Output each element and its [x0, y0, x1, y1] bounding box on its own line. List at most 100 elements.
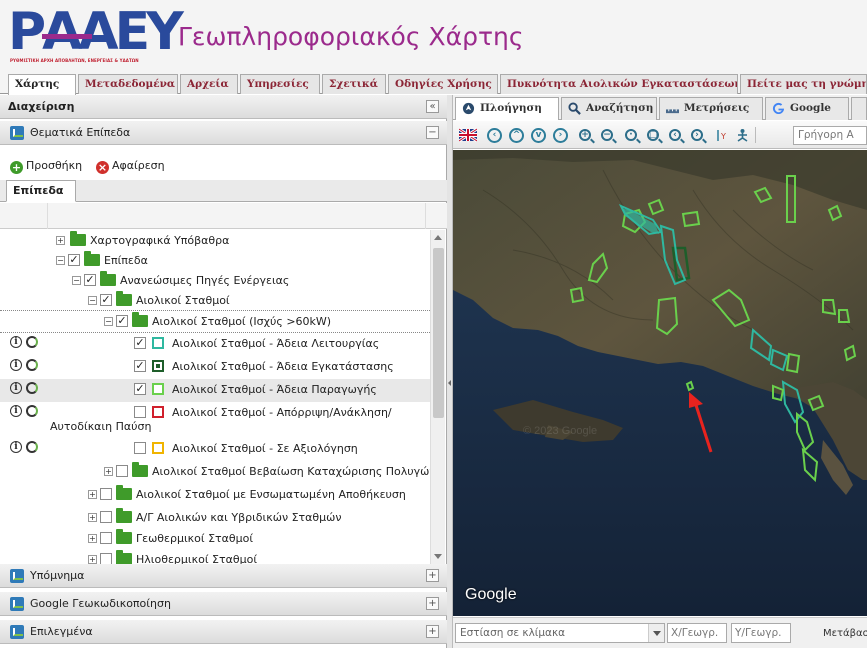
tab-navigation[interactable]: Πλοήγηση — [455, 97, 559, 120]
info-icon[interactable]: i — [10, 405, 22, 417]
chevron-down-icon[interactable] — [648, 624, 664, 642]
expand-icon[interactable]: + — [88, 534, 97, 543]
tab-metadata[interactable]: Μεταδεδομένα — [78, 74, 178, 94]
expand-panel-icon[interactable]: + — [426, 597, 439, 610]
tab-map[interactable]: Χάρτης — [8, 74, 76, 95]
selected-header[interactable]: Επιλεγμένα + — [0, 620, 447, 644]
scrollbar-thumb[interactable] — [433, 248, 444, 418]
pan-down-icon[interactable]: v — [531, 128, 546, 143]
tab-search[interactable]: Αναζήτηση — [561, 97, 657, 120]
uk-flag-icon[interactable] — [459, 128, 477, 142]
layer-checkbox[interactable] — [100, 553, 112, 564]
map-canvas[interactable]: © 2023 Google Google — [453, 150, 867, 616]
opacity-icon[interactable] — [26, 382, 38, 394]
tab-more[interactable] — [851, 97, 867, 120]
tree-row-polygon-registration[interactable]: + Αιολικοί Σταθμοί Βεβαίωση Καταχώρισης … — [0, 461, 430, 484]
expand-icon[interactable]: + — [56, 236, 65, 245]
tree-row-under-evaluation[interactable]: i Αιολικοί Σταθμοί - Σε Αξιολόγηση — [0, 438, 430, 461]
collapse-icon[interactable]: − — [72, 276, 81, 285]
layer-checkbox[interactable]: ✓ — [84, 274, 96, 286]
tab-services[interactable]: Υπηρεσίες — [240, 74, 320, 94]
expand-icon[interactable]: + — [88, 490, 97, 499]
pan-left-icon[interactable]: ‹ — [487, 128, 502, 143]
layer-checkbox[interactable] — [100, 511, 112, 523]
layer-checkbox[interactable]: ✓ — [100, 294, 112, 306]
legend-swatch — [152, 383, 164, 395]
folder-icon — [84, 251, 100, 266]
scale-select[interactable]: Εστίαση σε κλίμακα — [455, 623, 665, 643]
layer-checkbox[interactable]: ✓ — [134, 337, 146, 349]
layer-checkbox[interactable] — [116, 465, 128, 477]
tree-scrollbar[interactable] — [430, 230, 445, 564]
tree-row-operation-license[interactable]: i ✓ Αιολικοί Σταθμοί - Άδεια Λειτουργίας — [0, 333, 430, 356]
tab-wind-density[interactable]: Πυκνότητα Αιολικών Εγκαταστάσεων — [500, 74, 738, 94]
zoom-in-icon[interactable]: + — [579, 129, 591, 141]
scroll-up-icon[interactable] — [434, 235, 442, 240]
tree-row-storage[interactable]: + Αιολικοί Σταθμοί με Ενσωματωμένη Αποθή… — [0, 484, 430, 507]
zoom-next-icon[interactable]: › — [691, 129, 703, 141]
collapse-icon[interactable]: − — [88, 296, 97, 305]
tab-google[interactable]: Google — [765, 97, 849, 120]
info-icon[interactable]: i — [10, 336, 22, 348]
pan-right-icon[interactable]: › — [553, 128, 568, 143]
info-icon[interactable]: i — [10, 359, 22, 371]
collapse-icon[interactable]: − — [104, 317, 113, 326]
expand-panel-icon[interactable]: + — [426, 569, 439, 582]
tree-row-wind-turbines[interactable]: + Α/Γ Αιολικών και Υβριδικών Σταθμών — [0, 507, 430, 530]
coordinates-icon[interactable]: Y — [715, 128, 730, 143]
geocoding-header[interactable]: Google Γεωκωδικοποίηση + — [0, 592, 447, 616]
layer-checkbox[interactable] — [134, 442, 146, 454]
layer-checkbox[interactable] — [134, 406, 146, 418]
opacity-icon[interactable] — [26, 336, 38, 348]
zoom-out-icon[interactable]: − — [601, 129, 613, 141]
thematic-layers-header[interactable]: Θεματικά Επίπεδα − — [0, 121, 447, 145]
add-layer-button[interactable]: + Προσθήκη — [10, 155, 82, 177]
info-icon[interactable]: i — [10, 441, 22, 453]
expand-icon[interactable]: + — [88, 555, 97, 564]
collapse-arrow-icon[interactable] — [448, 380, 451, 386]
tab-about[interactable]: Σχετικά — [322, 74, 386, 94]
y-coordinate-input[interactable]: Υ/Γεωγρ. — [731, 623, 791, 643]
layer-checkbox[interactable]: ✓ — [116, 315, 128, 327]
legend-header[interactable]: Υπόμνημα + — [0, 564, 447, 588]
pan-up-icon[interactable]: ^ — [509, 128, 524, 143]
x-coordinate-input[interactable]: Χ/Γεωγρ. — [667, 623, 727, 643]
tab-measurements[interactable]: Μετρήσεις — [659, 97, 763, 120]
scroll-down-icon[interactable] — [434, 554, 442, 559]
expand-icon[interactable]: + — [88, 513, 97, 522]
tab-files[interactable]: Αρχεία — [180, 74, 238, 94]
zoom-extent-icon[interactable]: □ — [647, 129, 659, 141]
minimize-icon[interactable]: − — [426, 126, 439, 139]
tree-row-wind-60kw[interactable]: − ✓ Αιολικοί Σταθμοί (Ισχύς >60kW) — [0, 310, 430, 333]
layer-checkbox[interactable] — [100, 532, 112, 544]
layer-checkbox[interactable] — [100, 488, 112, 500]
tree-row-rejection[interactable]: i Αιολικοί Σταθμοί - Απόρριψη/Ανάκληση/ … — [0, 402, 430, 438]
opacity-icon[interactable] — [26, 405, 38, 417]
quick-search-input[interactable]: Γρήγορη Α — [793, 126, 867, 145]
google-icon — [772, 102, 785, 115]
tree-row-installation-license[interactable]: i ✓ Αιολικοί Σταθμοί - Άδεια Εγκατάσταση… — [0, 356, 430, 379]
layer-checkbox[interactable]: ✓ — [134, 383, 146, 395]
zoom-box-icon[interactable]: · — [625, 129, 637, 141]
opacity-icon[interactable] — [26, 359, 38, 371]
layer-checkbox[interactable]: ✓ — [68, 254, 80, 266]
tab-layers[interactable]: Επίπεδα — [6, 180, 76, 202]
tree-row-solar-thermal[interactable]: + Ηλιοθερμικοί Σταθμοί — [0, 549, 430, 564]
raaey-logo[interactable]: ΡΑΑΕΥ ΡΥΘΜΙΣΤΙΚΗ ΑΡΧΗ ΑΠΟΒΛΗΤΩΝ, ΕΝΕΡΓΕΙ… — [8, 4, 184, 64]
tab-user-guide[interactable]: Οδηγίες Χρήσης — [388, 74, 498, 94]
opacity-icon[interactable] — [26, 441, 38, 453]
tree-row-production-license[interactable]: i ✓ Αιολικοί Σταθμοί - Άδεια Παραγωγής — [0, 379, 430, 402]
zoom-previous-icon[interactable]: ‹ — [669, 129, 681, 141]
tree-row-geothermal[interactable]: + Γεωθερμικοί Σταθμοί — [0, 528, 430, 551]
collapse-icon[interactable]: − — [56, 256, 65, 265]
layer-checkbox[interactable]: ✓ — [134, 360, 146, 372]
tree-label: Ανανεώσιμες Πηγές Ενέργειας — [120, 274, 290, 287]
expand-icon[interactable]: + — [104, 467, 113, 476]
go-to-button[interactable]: Μετάβαση — [823, 628, 867, 639]
person-locate-icon[interactable] — [735, 128, 750, 143]
info-icon[interactable]: i — [10, 382, 22, 394]
tab-feedback[interactable]: Πείτε μας τη γνώμη — [740, 74, 867, 94]
collapse-left-icon[interactable]: « — [426, 100, 439, 113]
remove-layer-button[interactable]: × Αφαίρεση — [96, 155, 165, 177]
expand-panel-icon[interactable]: + — [426, 625, 439, 638]
